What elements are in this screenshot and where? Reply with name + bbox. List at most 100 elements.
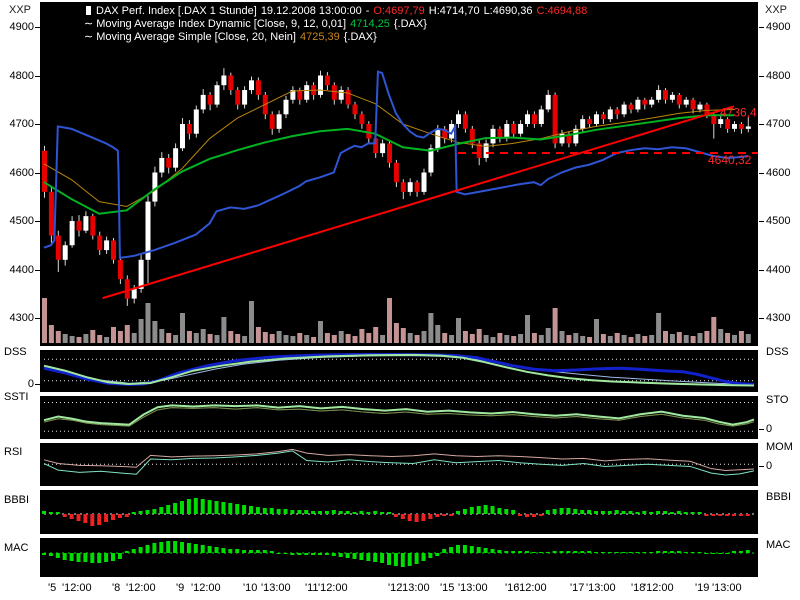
volume-bar bbox=[380, 335, 385, 343]
histogram-bar-up bbox=[573, 551, 577, 553]
time-tick-label: '12:00 bbox=[644, 582, 674, 594]
histogram-bar-up bbox=[677, 511, 681, 514]
histogram-bar-down bbox=[449, 514, 453, 516]
histogram-bar-up bbox=[270, 551, 274, 553]
histogram-bar-up bbox=[587, 510, 591, 514]
time-tick-label: '15 bbox=[440, 582, 454, 594]
volume-bar bbox=[704, 331, 709, 343]
volume-bar bbox=[270, 334, 275, 343]
trendline[interactable] bbox=[103, 106, 734, 298]
histogram-bar-down bbox=[63, 553, 67, 560]
price-pane-canvas[interactable]: 4736,44640,32 bbox=[40, 2, 758, 346]
candle-up bbox=[284, 100, 289, 115]
volume-bar bbox=[532, 333, 537, 343]
dss-main-line bbox=[44, 355, 754, 385]
axis-tick bbox=[35, 270, 40, 271]
volume-bar bbox=[546, 328, 551, 343]
candle-down bbox=[532, 114, 537, 124]
volume-bar bbox=[166, 333, 171, 343]
histogram-bar-up bbox=[649, 512, 653, 514]
rsi-momentum-indicator-pane[interactable] bbox=[40, 443, 758, 486]
histogram-bar-up bbox=[684, 552, 688, 553]
volume-bar bbox=[587, 337, 592, 343]
histogram-bar-up bbox=[629, 511, 633, 514]
time-tick-label: '19 bbox=[695, 582, 709, 594]
candle-down bbox=[725, 119, 730, 129]
histogram-bar-up bbox=[359, 511, 363, 514]
chart-legend: DAX Perf. Index [.DAX 1 Stunde]19.12.200… bbox=[84, 5, 591, 44]
volume-bar bbox=[442, 333, 447, 343]
histogram-bar-down bbox=[435, 553, 439, 556]
candle-down bbox=[353, 105, 358, 115]
histogram-bar-up bbox=[504, 551, 508, 553]
histogram-bar-down bbox=[408, 514, 412, 521]
volume-bar bbox=[297, 333, 302, 343]
mac-indicator-pane[interactable] bbox=[40, 538, 758, 577]
candle-down bbox=[601, 114, 606, 119]
histogram-bar-up bbox=[649, 552, 653, 553]
histogram-bar-up bbox=[532, 552, 536, 553]
histogram-bar-down bbox=[70, 553, 74, 561]
histogram-bar-up bbox=[463, 545, 467, 553]
volume-bar bbox=[739, 331, 744, 343]
dss-indicator-pane[interactable] bbox=[40, 350, 758, 392]
histogram-bar-down bbox=[428, 553, 432, 558]
candle-up bbox=[194, 109, 199, 133]
volume-bar bbox=[132, 333, 137, 343]
candle-up bbox=[718, 119, 723, 124]
price-tick-label: 4600 bbox=[4, 167, 34, 179]
histogram-bar-up bbox=[560, 508, 564, 514]
candle-down bbox=[642, 100, 647, 105]
line-icon: ∼ bbox=[84, 18, 93, 30]
axis-tick bbox=[759, 124, 764, 125]
candle-down bbox=[90, 216, 95, 235]
candle-up bbox=[173, 148, 178, 167]
pane-rsi-canvas[interactable] bbox=[40, 443, 758, 486]
pane-bbbi-canvas[interactable] bbox=[40, 490, 758, 534]
histogram-bar-up bbox=[304, 510, 308, 514]
candle-up bbox=[339, 90, 344, 100]
volume-bar bbox=[83, 334, 88, 343]
volume-bar bbox=[491, 337, 496, 343]
histogram-bar-up bbox=[491, 506, 495, 514]
candle-down bbox=[270, 114, 275, 129]
pane-sto-canvas[interactable] bbox=[40, 396, 758, 439]
histogram-bar-up bbox=[497, 508, 501, 514]
histogram-bar-up bbox=[484, 548, 488, 553]
histogram-bar-up bbox=[594, 552, 598, 553]
histogram-bar-down bbox=[401, 514, 405, 519]
histogram-bar-down bbox=[332, 553, 336, 556]
histogram-bar-down bbox=[725, 514, 729, 516]
histogram-bar-up bbox=[139, 511, 143, 514]
volume-bar bbox=[366, 333, 371, 343]
time-tick-label: '9 bbox=[176, 582, 184, 594]
time-tick-label: '13:00 bbox=[458, 582, 488, 594]
histogram-bar-down bbox=[732, 514, 736, 516]
histogram-bar-up bbox=[194, 498, 198, 514]
stochastic-main-line bbox=[44, 405, 754, 424]
histogram-bar-down bbox=[415, 514, 419, 522]
bbbi-indicator-pane[interactable] bbox=[40, 490, 758, 534]
histogram-bar-down bbox=[366, 553, 370, 561]
volume-bar bbox=[504, 335, 509, 343]
pane-dss-canvas[interactable] bbox=[40, 350, 758, 392]
candle-up bbox=[518, 124, 523, 134]
histogram-bar-up bbox=[284, 509, 288, 514]
volume-bar bbox=[373, 327, 378, 343]
indicator-pane-label: MAC bbox=[766, 539, 790, 551]
histogram-bar-down bbox=[70, 514, 74, 519]
histogram-bar-down bbox=[415, 553, 419, 564]
time-tick-label: '13:00 bbox=[586, 582, 616, 594]
histogram-bar-up bbox=[297, 510, 301, 514]
pane-mac-canvas[interactable] bbox=[40, 538, 758, 577]
volume-bar bbox=[325, 333, 330, 343]
candle-up bbox=[698, 105, 703, 110]
histogram-bar-up bbox=[180, 542, 184, 553]
volume-bar bbox=[70, 336, 75, 343]
price-tick-label: 4700 bbox=[766, 118, 790, 130]
histogram-bar-up bbox=[511, 551, 515, 553]
histogram-bar-down bbox=[725, 553, 729, 554]
volume-bar bbox=[284, 335, 289, 343]
stochastic-indicator-pane[interactable] bbox=[40, 396, 758, 439]
price-pane[interactable]: DAX Perf. Index [.DAX 1 Stunde]19.12.200… bbox=[40, 2, 758, 346]
